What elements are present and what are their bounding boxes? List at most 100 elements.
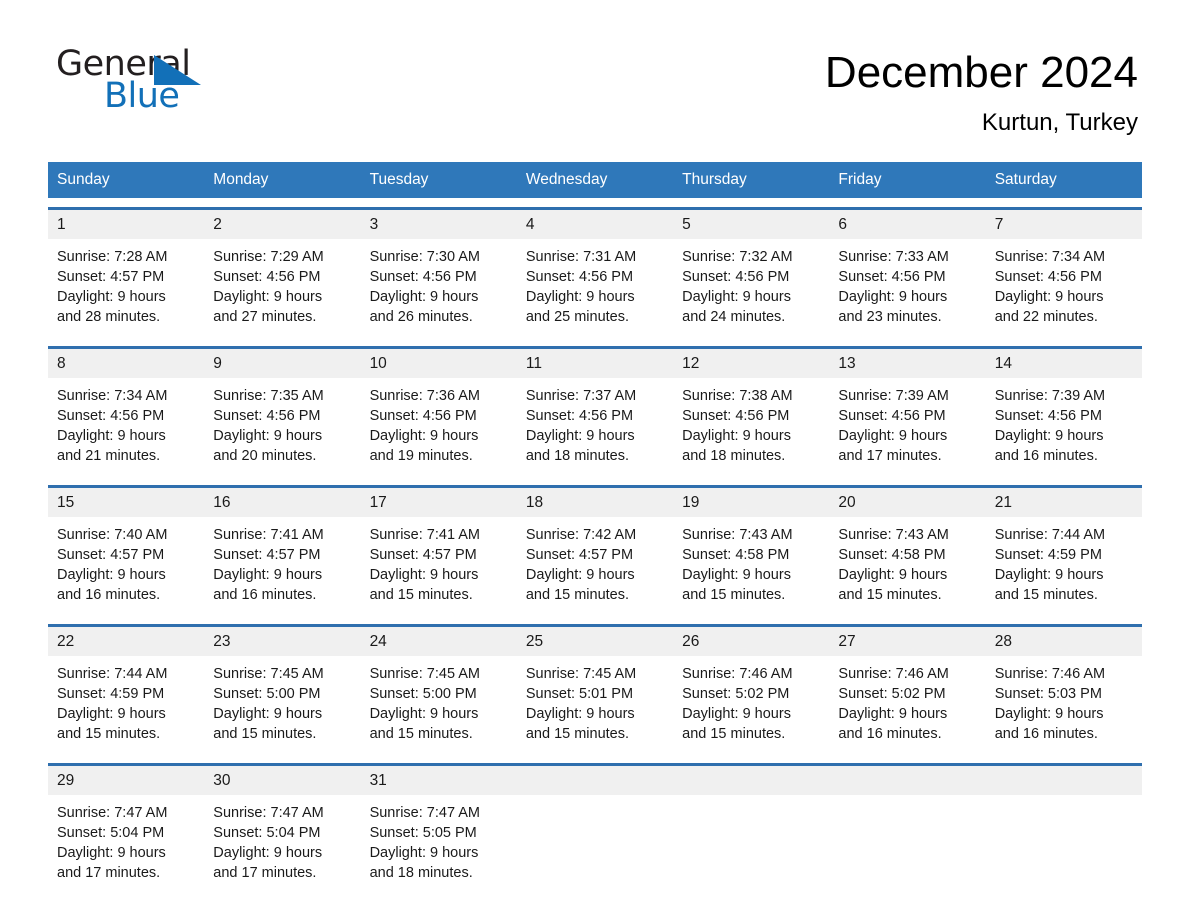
sunrise-text: Sunrise: 7:45 AM xyxy=(213,666,324,682)
day-cell[interactable]: Sunrise: 7:31 AM Sunset: 4:56 PM Dayligh… xyxy=(517,239,673,337)
day-cell[interactable]: Sunrise: 7:46 AM Sunset: 5:02 PM Dayligh… xyxy=(829,656,985,754)
day-cell-empty xyxy=(829,795,985,893)
sunrise-text: Sunrise: 7:36 AM xyxy=(369,388,480,404)
day-number[interactable]: 10 xyxy=(361,349,517,378)
daylight-text-line1: Daylight: 9 hours xyxy=(369,845,479,861)
daylight-text-line1: Daylight: 9 hours xyxy=(213,289,323,305)
day-number[interactable]: 25 xyxy=(517,627,673,656)
day-number[interactable]: 11 xyxy=(517,349,673,378)
day-cell[interactable]: Sunrise: 7:43 AM Sunset: 4:58 PM Dayligh… xyxy=(829,517,985,615)
daylight-text-line1: Daylight: 9 hours xyxy=(213,845,323,861)
daylight-text-line2: and 15 minutes. xyxy=(57,726,161,742)
calendar-week-row: 29 30 31 Sunrise: 7:47 AM Sunset: 5:04 P… xyxy=(48,763,1142,893)
daylight-text-line2: and 19 minutes. xyxy=(369,448,473,464)
sunset-text: Sunset: 4:56 PM xyxy=(525,269,634,285)
day-number[interactable]: 3 xyxy=(361,210,517,239)
day-cell[interactable]: Sunrise: 7:36 AM Sunset: 4:56 PM Dayligh… xyxy=(361,378,517,476)
day-cell[interactable]: Sunrise: 7:33 AM Sunset: 4:56 PM Dayligh… xyxy=(829,239,985,337)
day-cell[interactable]: Sunrise: 7:46 AM Sunset: 5:02 PM Dayligh… xyxy=(673,656,829,754)
day-number[interactable]: 16 xyxy=(204,488,360,517)
day-cell[interactable]: Sunrise: 7:32 AM Sunset: 4:56 PM Dayligh… xyxy=(673,239,829,337)
day-cell[interactable]: Sunrise: 7:47 AM Sunset: 5:04 PM Dayligh… xyxy=(204,795,360,893)
day-number[interactable]: 26 xyxy=(673,627,829,656)
day-number[interactable]: 22 xyxy=(48,627,204,656)
daylight-text-line2: and 15 minutes. xyxy=(525,726,630,742)
week-details-band: Sunrise: 7:28 AM Sunset: 4:57 PM Dayligh… xyxy=(48,239,1142,337)
day-number[interactable]: 4 xyxy=(517,210,673,239)
day-number[interactable]: 6 xyxy=(829,210,985,239)
day-number[interactable]: 1 xyxy=(48,210,204,239)
daylight-text-line2: and 16 minutes. xyxy=(838,726,942,742)
day-number[interactable]: 15 xyxy=(48,488,204,517)
day-number[interactable]: 28 xyxy=(986,627,1142,656)
day-cell[interactable]: Sunrise: 7:34 AM Sunset: 4:56 PM Dayligh… xyxy=(48,378,204,476)
day-number[interactable]: 20 xyxy=(829,488,985,517)
day-cell[interactable]: Sunrise: 7:46 AM Sunset: 5:03 PM Dayligh… xyxy=(986,656,1142,754)
day-cell[interactable]: Sunrise: 7:42 AM Sunset: 4:57 PM Dayligh… xyxy=(517,517,673,615)
day-number[interactable]: 27 xyxy=(829,627,985,656)
day-number[interactable]: 2 xyxy=(204,210,360,239)
calendar-week-row: 22 23 24 25 26 27 28 Sunrise: 7:44 AM Su… xyxy=(48,624,1142,754)
page-header: General Blue December 2024 Kurtun, Turke… xyxy=(0,0,1188,140)
daylight-text-line1: Daylight: 9 hours xyxy=(57,567,166,583)
day-cell[interactable]: Sunrise: 7:38 AM Sunset: 4:56 PM Dayligh… xyxy=(673,378,829,476)
day-cell[interactable]: Sunrise: 7:47 AM Sunset: 5:04 PM Dayligh… xyxy=(48,795,204,893)
day-cell[interactable]: Sunrise: 7:37 AM Sunset: 4:56 PM Dayligh… xyxy=(517,378,673,476)
day-cell[interactable]: Sunrise: 7:39 AM Sunset: 4:56 PM Dayligh… xyxy=(986,378,1142,476)
day-number[interactable]: 23 xyxy=(204,627,360,656)
day-cell-empty xyxy=(517,795,673,893)
day-cell[interactable]: Sunrise: 7:39 AM Sunset: 4:56 PM Dayligh… xyxy=(829,378,985,476)
day-number[interactable]: 14 xyxy=(986,349,1142,378)
daylight-text-line1: Daylight: 9 hours xyxy=(57,845,166,861)
day-number[interactable]: 5 xyxy=(673,210,829,239)
daylight-text-line1: Daylight: 9 hours xyxy=(994,706,1104,722)
day-cell[interactable]: Sunrise: 7:41 AM Sunset: 4:57 PM Dayligh… xyxy=(361,517,517,615)
weekday-header-row: Sunday Monday Tuesday Wednesday Thursday… xyxy=(48,162,1142,198)
daylight-text-line1: Daylight: 9 hours xyxy=(682,567,791,583)
sunrise-text: Sunrise: 7:30 AM xyxy=(369,249,480,265)
week-daynumber-band: 15 16 17 18 19 20 21 xyxy=(48,488,1142,517)
sunset-text: Sunset: 5:05 PM xyxy=(369,825,477,841)
day-cell[interactable]: Sunrise: 7:41 AM Sunset: 4:57 PM Dayligh… xyxy=(204,517,360,615)
day-cell[interactable]: Sunrise: 7:45 AM Sunset: 5:00 PM Dayligh… xyxy=(361,656,517,754)
sunset-text: Sunset: 4:56 PM xyxy=(369,408,477,424)
day-number[interactable]: 7 xyxy=(986,210,1142,239)
day-cell[interactable]: Sunrise: 7:47 AM Sunset: 5:05 PM Dayligh… xyxy=(361,795,517,893)
sunrise-text: Sunrise: 7:28 AM xyxy=(57,249,168,265)
daylight-text-line1: Daylight: 9 hours xyxy=(369,567,479,583)
day-cell[interactable]: Sunrise: 7:34 AM Sunset: 4:56 PM Dayligh… xyxy=(986,239,1142,337)
day-cell[interactable]: Sunrise: 7:30 AM Sunset: 4:56 PM Dayligh… xyxy=(361,239,517,337)
day-cell[interactable]: Sunrise: 7:43 AM Sunset: 4:58 PM Dayligh… xyxy=(673,517,829,615)
day-cell[interactable]: Sunrise: 7:35 AM Sunset: 4:56 PM Dayligh… xyxy=(204,378,360,476)
daylight-text-line2: and 17 minutes. xyxy=(57,865,161,881)
day-number[interactable]: 31 xyxy=(361,766,517,795)
daylight-text-line1: Daylight: 9 hours xyxy=(994,428,1104,444)
day-cell[interactable]: Sunrise: 7:40 AM Sunset: 4:57 PM Dayligh… xyxy=(48,517,204,615)
sunset-text: Sunset: 4:57 PM xyxy=(213,547,321,563)
day-number[interactable]: 8 xyxy=(48,349,204,378)
day-cell[interactable]: Sunrise: 7:45 AM Sunset: 5:00 PM Dayligh… xyxy=(204,656,360,754)
day-number[interactable]: 21 xyxy=(986,488,1142,517)
day-number[interactable]: 13 xyxy=(829,349,985,378)
day-cell[interactable]: Sunrise: 7:29 AM Sunset: 4:56 PM Dayligh… xyxy=(204,239,360,337)
daylight-text-line1: Daylight: 9 hours xyxy=(994,289,1104,305)
daylight-text-line2: and 15 minutes. xyxy=(994,587,1098,603)
day-cell[interactable]: Sunrise: 7:28 AM Sunset: 4:57 PM Dayligh… xyxy=(48,239,204,337)
daylight-text-line1: Daylight: 9 hours xyxy=(682,706,791,722)
day-number[interactable]: 9 xyxy=(204,349,360,378)
day-cell[interactable]: Sunrise: 7:44 AM Sunset: 4:59 PM Dayligh… xyxy=(48,656,204,754)
page-title: December 2024 xyxy=(824,48,1138,97)
sunrise-text: Sunrise: 7:37 AM xyxy=(525,388,637,404)
day-number[interactable]: 29 xyxy=(48,766,204,795)
day-number[interactable]: 12 xyxy=(673,349,829,378)
day-cell[interactable]: Sunrise: 7:44 AM Sunset: 4:59 PM Dayligh… xyxy=(986,517,1142,615)
daylight-text-line2: and 15 minutes. xyxy=(525,587,630,603)
day-number[interactable]: 30 xyxy=(204,766,360,795)
sunset-text: Sunset: 4:56 PM xyxy=(525,408,634,424)
day-number[interactable]: 19 xyxy=(673,488,829,517)
day-cell[interactable]: Sunrise: 7:45 AM Sunset: 5:01 PM Dayligh… xyxy=(517,656,673,754)
day-number[interactable]: 24 xyxy=(361,627,517,656)
day-number[interactable]: 18 xyxy=(517,488,673,517)
day-number[interactable]: 17 xyxy=(361,488,517,517)
daylight-text-line1: Daylight: 9 hours xyxy=(369,428,479,444)
